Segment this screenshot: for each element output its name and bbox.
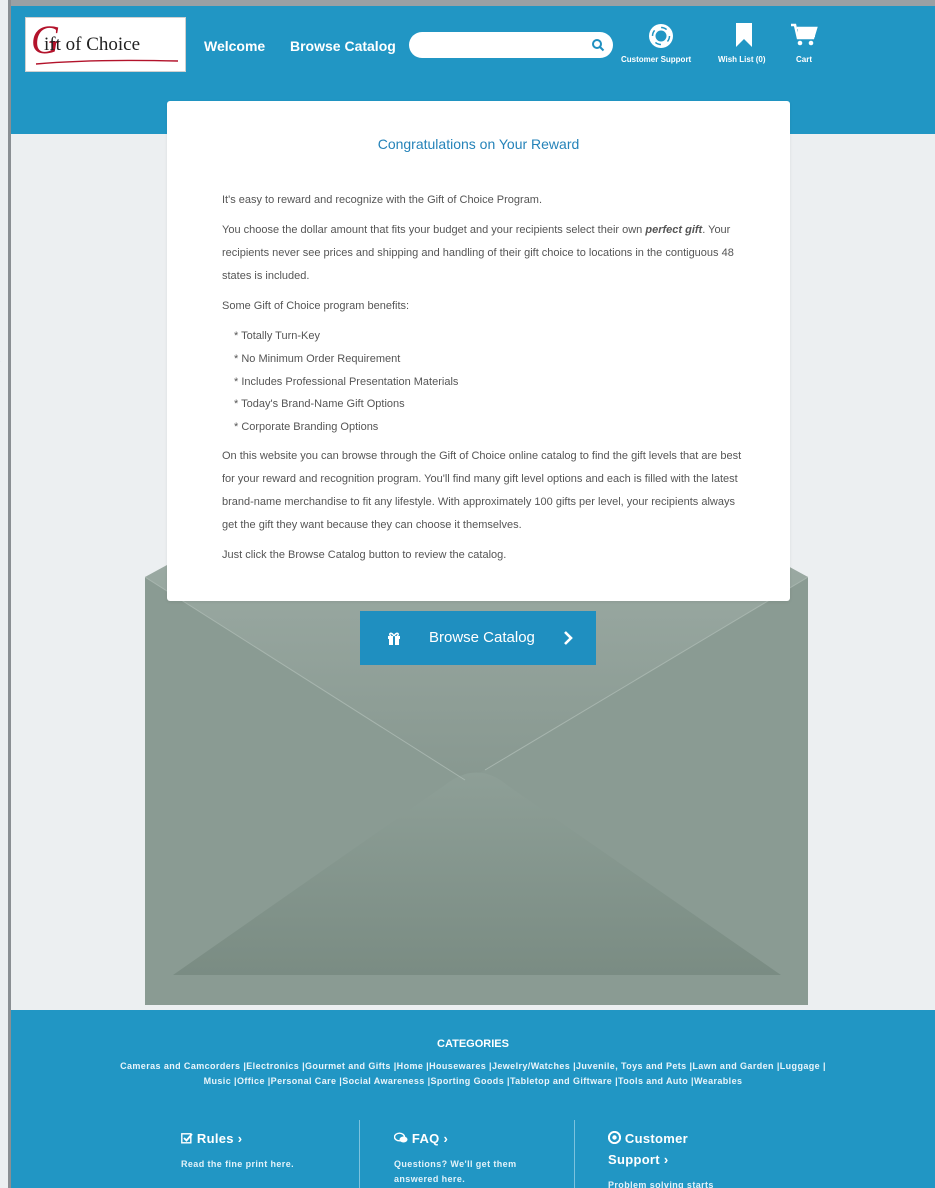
category-link[interactable]: Sporting Goods <box>431 1076 505 1086</box>
bookmark-icon[interactable] <box>734 22 754 48</box>
letter-body: It's easy to reward and recognize with t… <box>222 189 742 574</box>
budget-paragraph: You choose the dollar amount that fits y… <box>222 224 734 282</box>
catalog-paragraph: On this website you can browse through t… <box>222 449 742 531</box>
benefits-heading: Some Gift of Choice program benefits: <box>222 300 410 312</box>
categories-list: Cameras and Camcorders |Electronics |Gou… <box>120 1061 826 1086</box>
support-subtext: Problem solving starts <box>608 1180 714 1188</box>
lifebuoy-icon <box>607 1130 622 1145</box>
footer-divider <box>574 1120 575 1188</box>
cart-link[interactable]: Cart <box>796 55 812 64</box>
intro-paragraph: It's easy to reward and recognize with t… <box>222 194 543 206</box>
categories-title: CATEGORIES <box>437 1038 509 1050</box>
category-link[interactable]: Gourmet and Gifts <box>305 1061 391 1071</box>
rules-subtext: Read the fine print here. <box>181 1159 295 1169</box>
category-link[interactable]: Office <box>237 1076 265 1086</box>
category-link[interactable]: Tabletop and Giftware <box>510 1076 612 1086</box>
lifebuoy-icon[interactable] <box>646 22 676 50</box>
site-footer: CATEGORIES Cameras and Camcorders |Elect… <box>11 1010 935 1188</box>
instruction-paragraph: Just click the Browse Catalog button to … <box>222 548 507 561</box>
footer-faq[interactable]: FAQ › Questions? We'll get them answered… <box>393 1128 534 1187</box>
browse-catalog-button[interactable]: Browse Catalog <box>360 611 596 665</box>
chevron-right-icon <box>564 631 573 645</box>
search-box <box>409 32 613 58</box>
category-link[interactable]: Tools and Auto <box>618 1076 688 1086</box>
wish-list-link[interactable]: Wish List (0) <box>718 55 765 64</box>
customer-support-link[interactable]: Customer Support <box>621 55 691 64</box>
category-link[interactable]: Cameras and Camcorders <box>120 1061 240 1071</box>
gift-icon <box>388 632 400 645</box>
list-item: * Corporate Branding Options <box>234 421 379 434</box>
category-link[interactable]: Housewares <box>429 1061 486 1071</box>
logo-swoosh-icon <box>35 59 179 65</box>
category-link[interactable]: Luggage <box>780 1061 820 1071</box>
chat-bubbles-icon <box>393 1132 408 1143</box>
edge-chevron-icon[interactable]: › <box>0 353 8 367</box>
browse-catalog-button-label: Browse Catalog <box>429 629 535 646</box>
category-link[interactable]: Wearables <box>694 1076 742 1086</box>
list-item: * Includes Professional Presentation Mat… <box>234 375 459 388</box>
faq-heading[interactable]: FAQ › <box>393 1128 534 1149</box>
category-link[interactable]: Social Awareness <box>342 1076 424 1086</box>
nav-browse-catalog[interactable]: Browse Catalog <box>290 38 396 54</box>
faq-subtext: Questions? We'll get them answered here. <box>394 1159 517 1184</box>
category-link[interactable]: Lawn and Garden <box>692 1061 774 1071</box>
list-item: * Totally Turn-Key <box>234 330 321 342</box>
nav-welcome[interactable]: Welcome <box>204 38 265 54</box>
category-link[interactable]: Electronics <box>246 1061 299 1071</box>
benefits-list: * Totally Turn-Key * No Minimum Order Re… <box>222 325 742 439</box>
checkbox-icon <box>181 1133 193 1144</box>
category-link[interactable]: Juvenile, Toys and Pets <box>576 1061 687 1071</box>
footer-divider <box>359 1120 360 1188</box>
footer-customer-support[interactable]: Customer Support › Problem solving start… <box>607 1128 728 1188</box>
page-title: Congratulations on Your Reward <box>377 136 580 152</box>
list-item: * No Minimum Order Requirement <box>234 352 401 365</box>
category-link[interactable]: Personal Care <box>271 1076 337 1086</box>
cart-icon[interactable] <box>790 22 818 48</box>
search-input[interactable] <box>419 36 579 54</box>
category-link[interactable]: Music <box>204 1076 232 1086</box>
support-heading[interactable]: Customer Support › <box>607 1128 728 1170</box>
logo[interactable]: G ift of Choice <box>25 17 186 72</box>
list-item: * Today's Brand-Name Gift Options <box>234 398 405 411</box>
footer-rules[interactable]: Rules › Read the fine print here. <box>181 1128 341 1172</box>
category-link[interactable]: Home <box>397 1061 424 1071</box>
search-icon[interactable] <box>591 38 605 52</box>
letter-card: Congratulations on Your Reward It's easy… <box>167 101 790 601</box>
rules-heading[interactable]: Rules › <box>181 1128 341 1149</box>
category-link[interactable]: Jewelry/Watches <box>492 1061 570 1071</box>
logo-text: ift of Choice <box>44 34 141 55</box>
